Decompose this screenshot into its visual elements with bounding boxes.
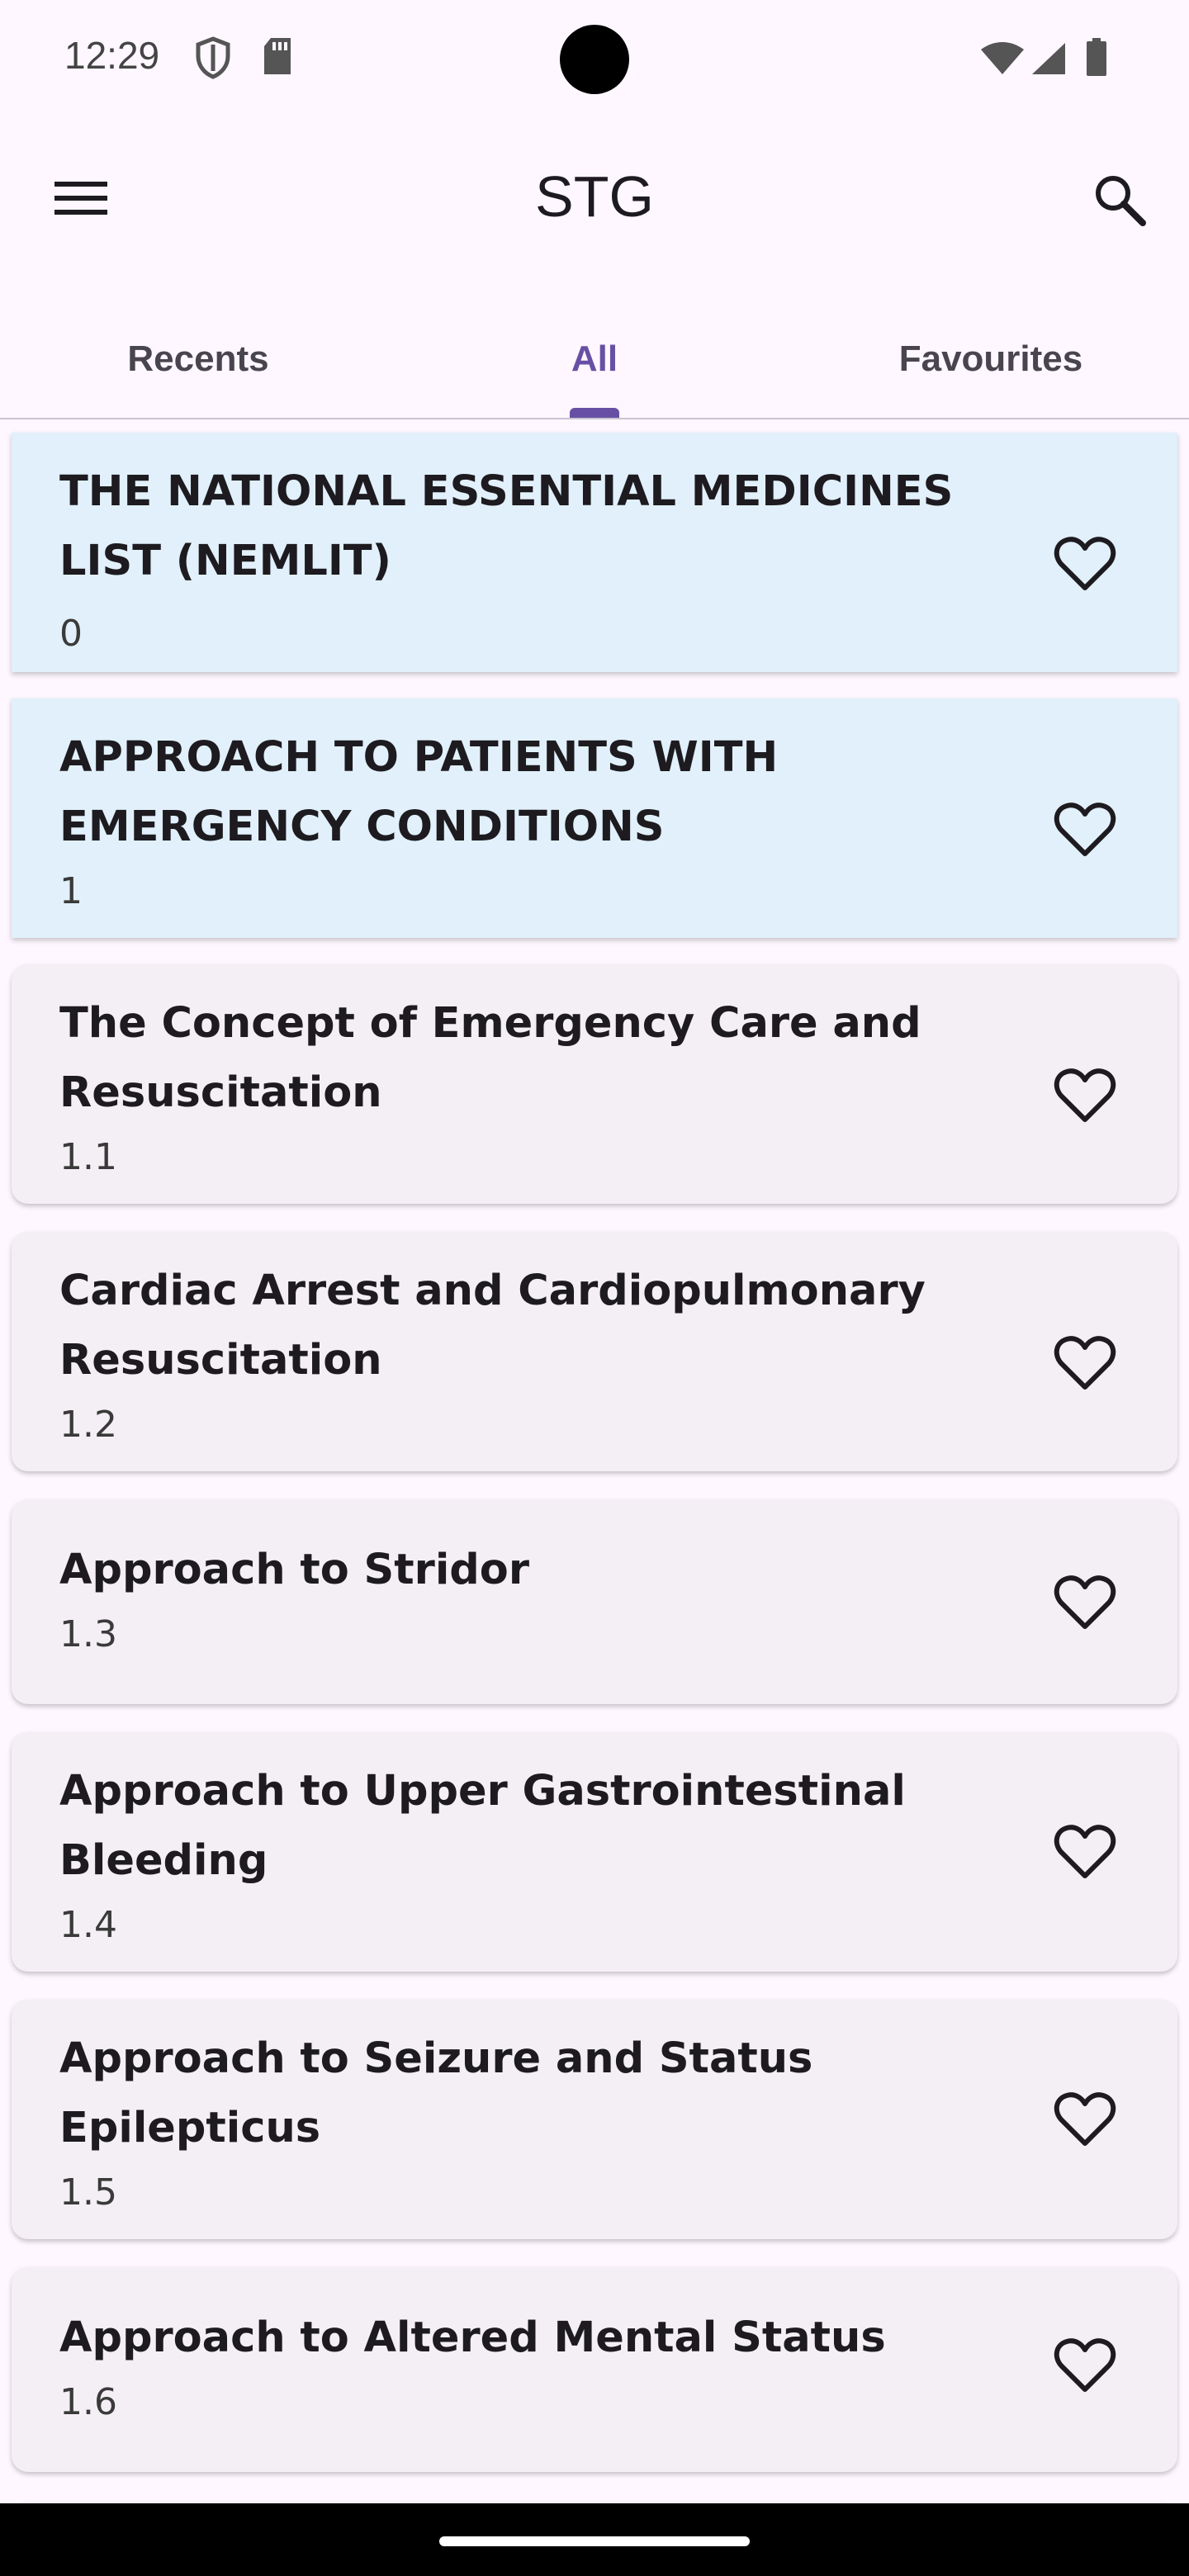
title-line: THE NATIONAL ESSENTIAL MEDICINES (59, 467, 954, 516)
tab-bar: Recents All Favourites (0, 322, 1189, 419)
search-button[interactable] (1088, 168, 1151, 231)
list-item-title: Approach to Altered Mental Status (59, 2304, 976, 2373)
favourite-heart-icon[interactable] (1054, 1574, 1116, 1631)
status-bar: 12:29 (0, 0, 1189, 116)
sd-card-icon (264, 38, 291, 74)
tab-recents[interactable]: Recents (0, 322, 396, 418)
list-item-number: 1.3 (59, 1613, 117, 1655)
list-item-title: Approach to Stridor (59, 1536, 976, 1605)
favourite-heart-icon[interactable] (1054, 2337, 1116, 2394)
title-line: EMERGENCY CONDITIONS (59, 803, 665, 851)
status-time: 12:29 (64, 34, 160, 77)
home-gesture-handle[interactable] (439, 2536, 750, 2546)
list-item-title: Approach to Seizure and Status Epileptic… (59, 2024, 976, 2163)
title-line: Epilepticus (59, 2104, 321, 2152)
list-item-3[interactable]: Cardiac Arrest and Cardiopulmonary Resus… (12, 1232, 1177, 1471)
title-line: Resuscitation (59, 1068, 382, 1117)
active-tab-indicator (570, 408, 619, 418)
list-item-title: Approach to Upper Gastrointestinal Bleed… (59, 1757, 976, 1896)
list-item-0[interactable]: THE NATIONAL ESSENTIAL MEDICINES LIST (N… (12, 433, 1177, 672)
favourite-heart-icon[interactable] (1054, 2091, 1116, 2148)
list-item-4[interactable]: Approach to Stridor 1.3 (12, 1499, 1177, 1704)
title-line: Approach to Seizure and Status (59, 2034, 813, 2083)
list-item-number: 1 (59, 870, 83, 912)
list-item-number: 1.2 (59, 1404, 117, 1446)
tab-favourites[interactable]: Favourites (793, 322, 1189, 418)
list-item-number: 0 (59, 613, 83, 655)
list-item-number: 1.1 (59, 1136, 117, 1178)
title-line: LIST (NEMLIT) (59, 537, 391, 585)
list-item-6[interactable]: Approach to Seizure and Status Epileptic… (12, 2000, 1177, 2239)
list-item-title: THE NATIONAL ESSENTIAL MEDICINES LIST (N… (59, 457, 976, 596)
app-screen: 12:29 STG Recents All Favourites THE NAT… (0, 0, 1189, 2576)
list-item-title: APPROACH TO PATIENTS WITH EMERGENCY COND… (59, 723, 976, 862)
tab-all[interactable]: All (396, 322, 793, 418)
favourite-heart-icon[interactable] (1054, 1334, 1116, 1392)
wifi-icon (981, 42, 1024, 74)
shield-icon (196, 36, 230, 79)
title-line: Cardiac Arrest and Cardiopulmonary (59, 1267, 926, 1315)
top-app-bar: STG (0, 140, 1189, 256)
list-item-number: 1.5 (59, 2171, 117, 2214)
list-item-2[interactable]: The Concept of Emergency Care and Resusc… (12, 964, 1177, 1204)
title-line: Approach to Upper Gastrointestinal (59, 1767, 906, 1816)
title-line: The Concept of Emergency Care and (59, 999, 921, 1048)
list-item-1[interactable]: APPROACH TO PATIENTS WITH EMERGENCY COND… (12, 698, 1177, 938)
search-icon (1096, 176, 1146, 226)
title-line: Bleeding (59, 1836, 268, 1885)
system-nav-bar (0, 2503, 1189, 2576)
page-title: STG (535, 164, 654, 229)
battery-icon (1087, 38, 1106, 76)
list-item-title: The Concept of Emergency Care and Resusc… (59, 989, 976, 1128)
list-item-number: 1.4 (59, 1904, 117, 1946)
cell-signal-icon (1032, 43, 1065, 74)
camera-cutout (560, 25, 629, 94)
title-line: Resuscitation (59, 1336, 382, 1385)
favourite-heart-icon[interactable] (1054, 801, 1116, 859)
favourite-heart-icon[interactable] (1054, 535, 1116, 593)
list-item-number: 1.6 (59, 2381, 117, 2423)
title-line: Approach to Stridor (59, 1546, 529, 1594)
list-item-title: Cardiac Arrest and Cardiopulmonary Resus… (59, 1257, 976, 1395)
favourite-heart-icon[interactable] (1054, 1823, 1116, 1881)
list-item-5[interactable]: Approach to Upper Gastrointestinal Bleed… (12, 1732, 1177, 1972)
favourite-heart-icon[interactable] (1054, 1067, 1116, 1125)
list-item-7[interactable]: Approach to Altered Mental Status 1.6 (12, 2267, 1177, 2472)
title-line: Approach to Altered Mental Status (59, 2313, 886, 2362)
title-line: APPROACH TO PATIENTS WITH (59, 733, 779, 782)
